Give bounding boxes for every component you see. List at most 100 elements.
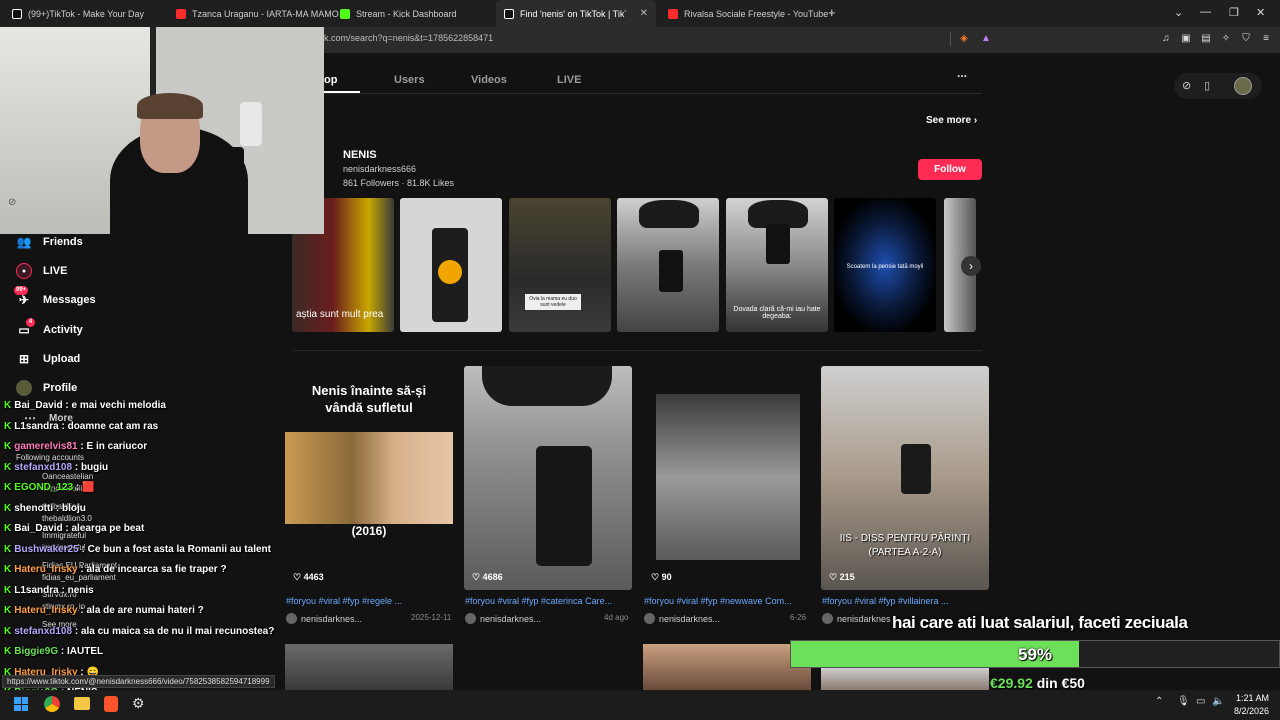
tab-videos[interactable]: Videos — [471, 74, 507, 86]
video-card[interactable] — [821, 668, 989, 690]
video-author[interactable]: nenisdarknes... — [286, 613, 362, 624]
browser-tab-active[interactable]: Find 'nenis' on TikTok | TikTok Se ✕ — [496, 0, 656, 27]
chat-username[interactable]: Hateru_Irisky — [14, 564, 77, 575]
windows-start-icon[interactable] — [14, 697, 28, 711]
chat-text: ala de are numai hateri ? — [86, 605, 204, 616]
volume-icon[interactable]: 🔈 — [1212, 696, 1224, 707]
sidebar-item-activity[interactable]: ▭ 4 Activity — [16, 318, 83, 340]
tab-list-icon[interactable]: ⌄ — [1174, 6, 1183, 19]
chat-username[interactable]: stefanxd108 — [14, 626, 72, 637]
avatar[interactable] — [1234, 77, 1252, 95]
chat-username[interactable]: Bushwaker25 — [14, 544, 78, 555]
address-bar[interactable]: k.com/search?q=nenis&t=1785622858471 — [324, 33, 493, 43]
brave-rewards-icon[interactable]: ▲ — [980, 33, 992, 45]
video-author[interactable]: nenisdarknes — [822, 613, 891, 624]
sidebar-toggle-icon[interactable]: ▣ — [1180, 33, 1192, 45]
chrome-icon[interactable] — [44, 696, 60, 712]
browser-tab[interactable]: (99+)TikTok - Make Your Day — [4, 0, 152, 27]
chat-message: K Hateru_Irisky : ala de are numai hateri… — [4, 605, 204, 616]
donation-progress-bar: 59% — [790, 640, 1280, 668]
tab-label: Tzanca Uraganu - IARTA-MA MAMO — [192, 8, 339, 19]
minimize-icon[interactable]: — — [1200, 6, 1211, 18]
video-card[interactable] — [643, 644, 811, 690]
like-count: ♡ 90 — [651, 572, 672, 582]
sidebar-item-label: Messages — [43, 294, 96, 306]
user-name[interactable]: NENIS — [343, 149, 377, 161]
browser-tab[interactable]: Rivalsa Sociale Freestyle - YouTube — [660, 0, 836, 27]
video-author[interactable]: nenisdarknes... — [644, 613, 720, 624]
sidebar-item-messages[interactable]: ✈ 99+ Messages — [14, 286, 96, 310]
chevron-right-icon[interactable]: › — [961, 256, 981, 276]
chat-username[interactable]: L1sandra — [14, 421, 58, 432]
follow-button[interactable]: Follow — [918, 159, 982, 180]
like-count-value: 4463 — [303, 572, 324, 582]
chevron-up-icon[interactable]: ⌃ — [1155, 696, 1163, 707]
chat-username[interactable]: Bai_David — [14, 400, 62, 411]
network-icon[interactable]: ▭ — [1196, 696, 1205, 707]
keyboard-icon[interactable]: ⊘ — [1182, 79, 1191, 92]
tiktok-icon — [12, 8, 22, 19]
video-card[interactable] — [464, 366, 632, 590]
video-thumbnail[interactable]: Scoatem la pensie tată moyil — [834, 198, 936, 332]
video-description[interactable]: #foryou #viral #fyp #villainera ... — [822, 596, 972, 606]
maximize-icon[interactable]: ❐ — [1229, 6, 1239, 19]
tiktok-icon — [504, 8, 514, 19]
video-description[interactable]: #foryou #viral #fyp #regele ... — [286, 596, 436, 606]
chat-username[interactable]: L1sandra — [14, 585, 58, 596]
video-thumbnail[interactable]: Dovada clară că-mi iau hate degeaba: — [726, 198, 828, 332]
chat-username[interactable]: Biggie9G — [14, 646, 58, 657]
see-more-link[interactable]: See more › — [926, 115, 977, 126]
chat-username[interactable]: EGOND_123 — [14, 482, 73, 493]
chat-username[interactable]: stefanxd108 — [14, 462, 72, 473]
phone-shape — [536, 446, 592, 566]
settings-icon[interactable]: ⚙ — [132, 695, 145, 712]
close-tab-icon[interactable]: ✕ — [640, 8, 648, 19]
chat-separator: : — [78, 543, 88, 555]
clock-time[interactable]: 1:21 AM — [1236, 693, 1269, 703]
microphone-icon[interactable]: 🎙 — [1177, 696, 1190, 707]
sidebar-item-friends[interactable]: 👥 Friends — [16, 232, 83, 252]
close-window-icon[interactable]: ✕ — [1256, 6, 1265, 19]
video-card[interactable]: IIS - DISS PENTRU PĂRINȚI (PARTEA A-2-A) — [821, 366, 989, 590]
sidebar-item-upload[interactable]: ⊞ Upload — [16, 349, 80, 369]
more-options-icon[interactable]: ... — [957, 66, 967, 80]
video-description[interactable]: #foryou #viral #fyp #newwave Com... — [644, 596, 794, 606]
video-card[interactable] — [643, 366, 811, 590]
media-icon[interactable]: ♫ — [1160, 33, 1172, 45]
video-thumbnail[interactable] — [617, 198, 719, 332]
brave-icon[interactable] — [104, 696, 118, 712]
chat-message: K L1sandra : doamne cat am ras — [4, 421, 158, 432]
menu-icon[interactable]: ≡ — [1260, 33, 1272, 45]
kick-badge-icon: K — [4, 400, 12, 411]
video-card[interactable] — [285, 644, 453, 690]
sidebar-item-live[interactable]: ● LIVE — [16, 261, 67, 281]
tab-users[interactable]: Users — [394, 74, 425, 86]
chat-username[interactable]: shenotti — [14, 503, 53, 514]
video-description[interactable]: #foryou #viral #fyp #caterinca Care... — [465, 596, 615, 606]
phone-icon[interactable]: ▯ — [1204, 79, 1210, 92]
video-thumbnail[interactable] — [400, 198, 502, 332]
user-stats: 861 Followers · 81.8K Likes — [343, 178, 455, 188]
clock-date[interactable]: 8/2/2026 — [1234, 706, 1269, 716]
chat-username[interactable]: Hateru_Irisky — [14, 605, 77, 616]
video-date: 6-26 — [790, 613, 807, 622]
chat-username[interactable]: Bai_David — [14, 523, 62, 534]
vpn-icon[interactable]: ⛉ — [1240, 33, 1252, 45]
file-explorer-icon[interactable] — [74, 697, 90, 710]
chat-username[interactable]: gamerelvis81 — [14, 441, 77, 452]
video-thumbnail[interactable]: Ovia la mama eu duo sunt vedele — [509, 198, 611, 332]
tab-top[interactable]: op — [324, 74, 337, 86]
following-account[interactable]: Oanceastelian — [42, 472, 93, 481]
activity-icon: ▭ 4 — [16, 318, 35, 338]
sidebar-item-profile[interactable]: Profile — [16, 378, 77, 398]
new-tab-button[interactable]: + — [828, 5, 836, 20]
brave-shield-icon[interactable]: ◈ — [958, 33, 970, 45]
tab-live[interactable]: LIVE — [557, 74, 581, 86]
browser-tab[interactable]: Tzanca Uraganu - IARTA-MA MAMO — [168, 0, 347, 27]
leo-ai-icon[interactable]: ✧ — [1220, 33, 1232, 45]
video-author[interactable]: nenisdarknes... — [465, 613, 541, 624]
sidebar-item-label: Activity — [43, 324, 83, 336]
wallet-icon[interactable]: ▤ — [1200, 33, 1212, 45]
browser-tab[interactable]: Stream - Kick Dashboard — [332, 0, 465, 27]
video-card[interactable]: Nenis înainte să-și vândă sufletul (2016… — [285, 366, 453, 590]
